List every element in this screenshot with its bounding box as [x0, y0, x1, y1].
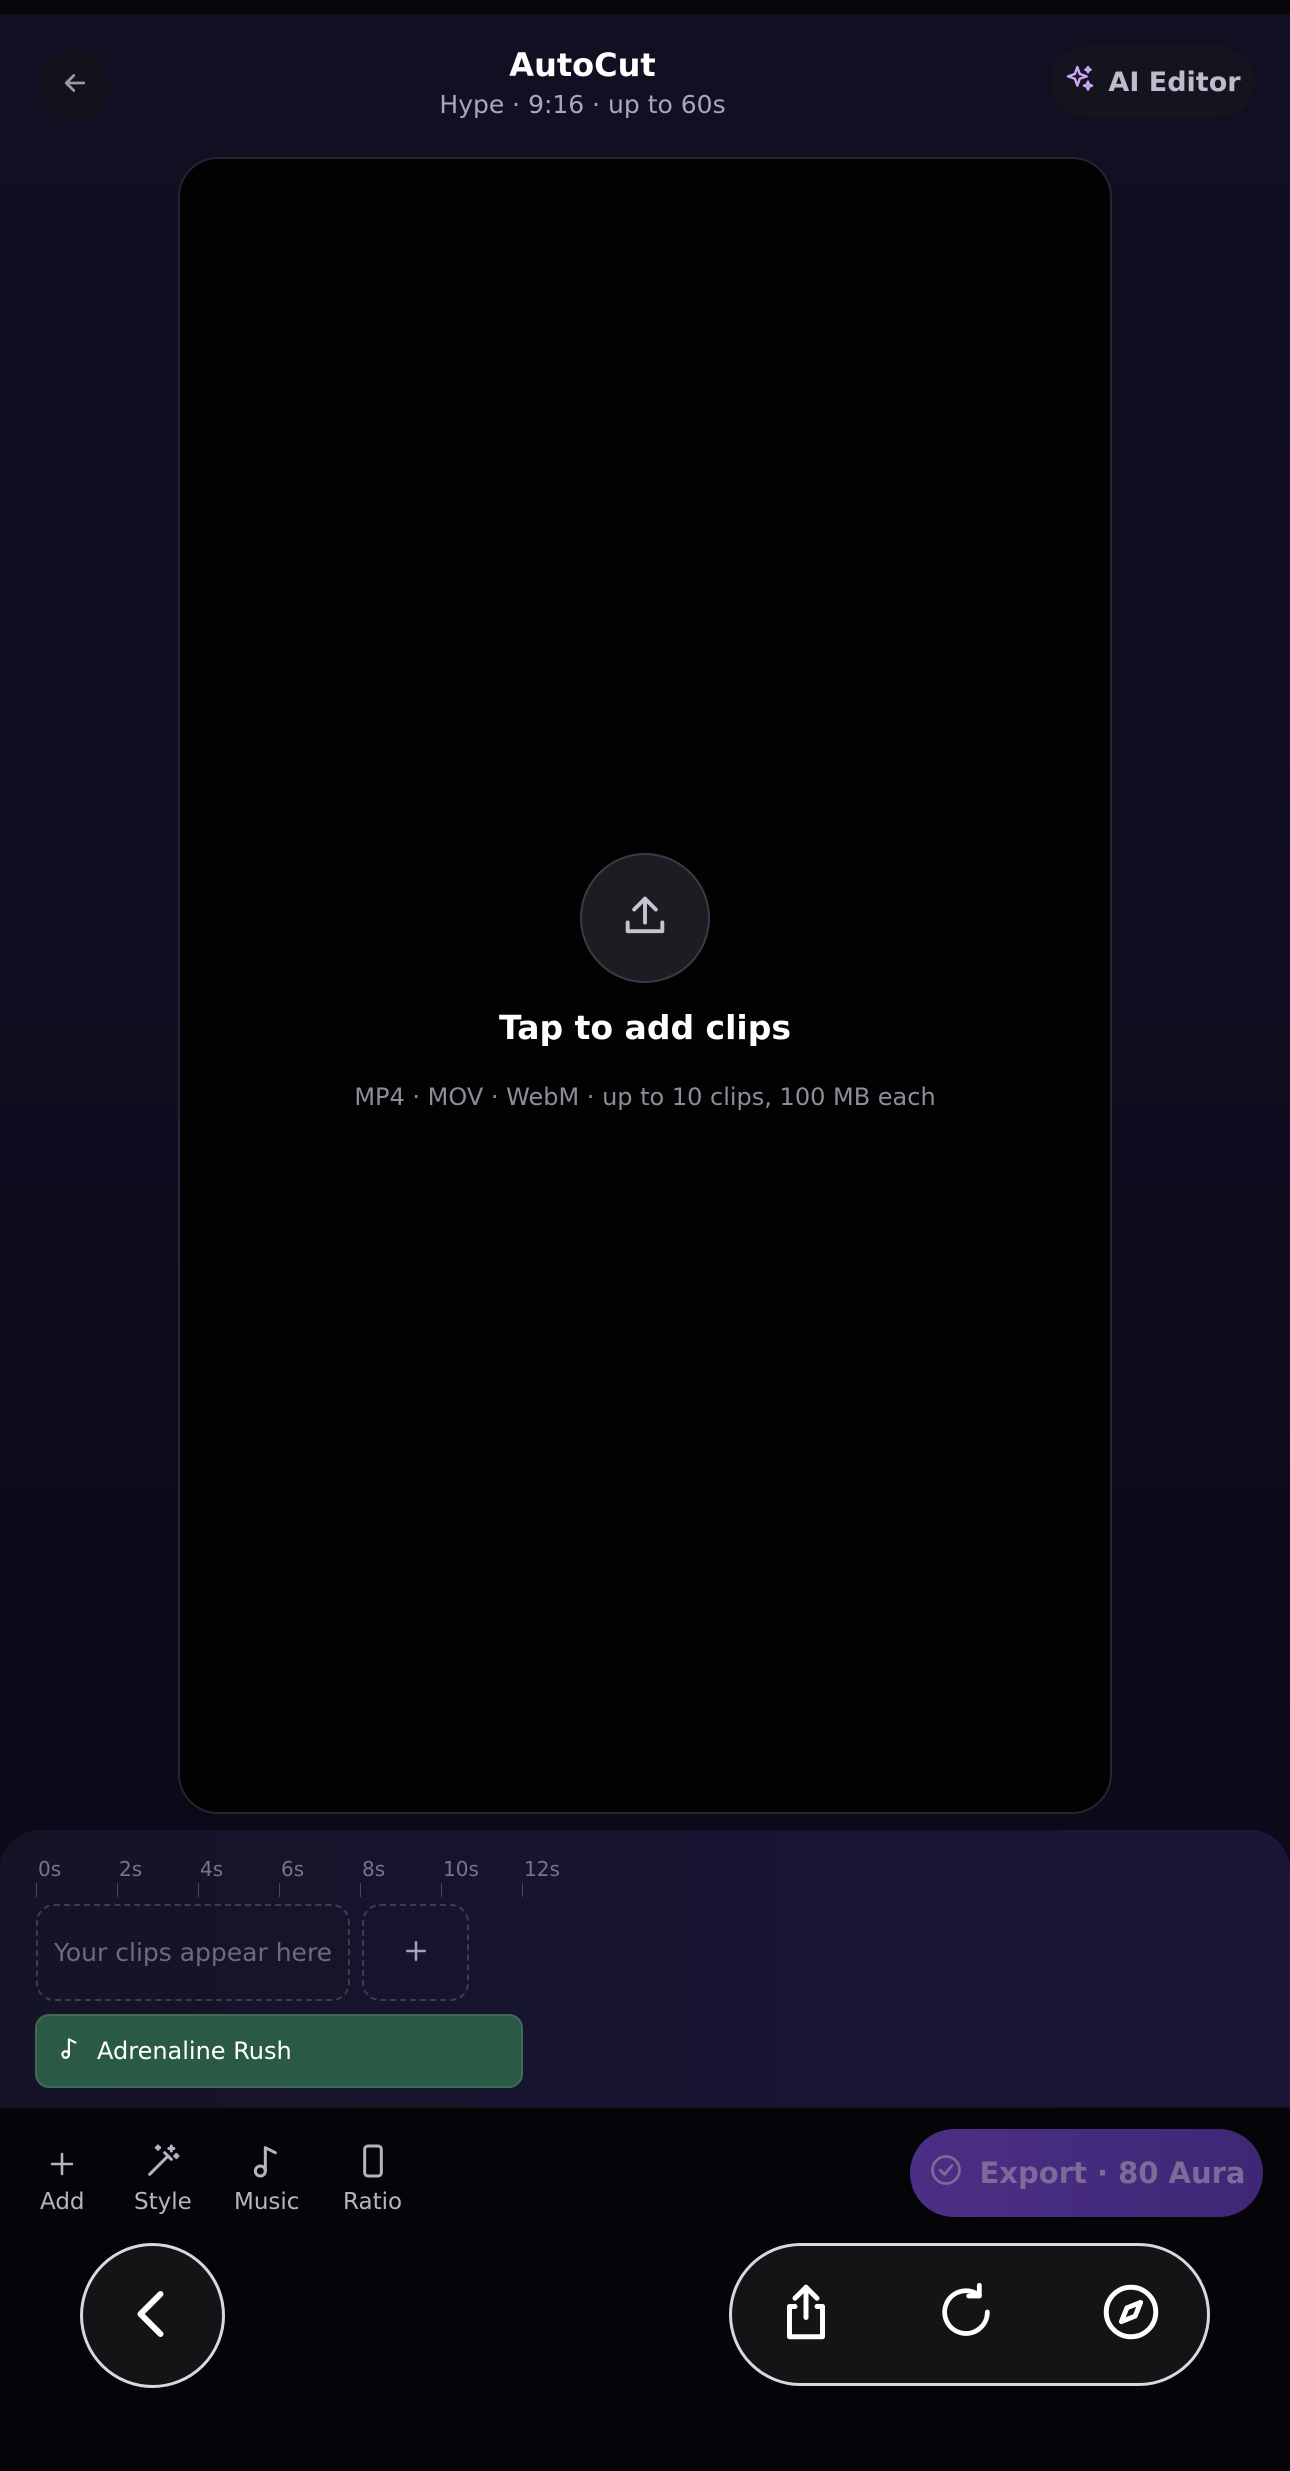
tool-ratio[interactable]: Ratio [343, 2135, 402, 2215]
tool-add[interactable]: Add [40, 2135, 85, 2215]
timeline-tick: 10s [441, 1857, 479, 1897]
music-track[interactable]: Adrenaline Rush [35, 2014, 523, 2088]
sparkles-icon [1064, 63, 1096, 102]
status-strip [0, 0, 1290, 14]
tool-style-label: Style [134, 2189, 192, 2215]
tool-music[interactable]: Music [234, 2135, 299, 2215]
browser-reload-button[interactable] [928, 2276, 1004, 2352]
export-button-label: Export · 80 Aura [979, 2156, 1246, 2190]
refresh-icon [934, 2280, 998, 2348]
check-circle-icon [928, 2152, 964, 2195]
timeline-tick: 0s [36, 1857, 62, 1897]
ai-editor-button[interactable]: AI Editor [1050, 46, 1255, 118]
add-clip-button[interactable] [362, 1904, 469, 2001]
browser-back-button[interactable] [80, 2243, 225, 2388]
tool-style[interactable]: Style [134, 2135, 192, 2215]
music-note-icon [57, 2035, 83, 2067]
clips-placeholder-text: Your clips appear here [53, 1938, 333, 1967]
browser-compass-button[interactable] [1093, 2276, 1169, 2352]
supported-formats-label: MP4 · MOV · WebM · up to 10 clips, 100 M… [354, 1083, 936, 1111]
toolbar-divider [0, 2106, 1290, 2108]
autocut-editor-screen: AutoCut Hype · 9:16 · up to 60s AI Edito… [0, 0, 1290, 2471]
timeline-tick: 12s [522, 1857, 560, 1897]
clips-placeholder[interactable]: Your clips appear here [36, 1904, 350, 2001]
export-button[interactable]: Export · 80 Aura [910, 2129, 1263, 2217]
music-note-icon [247, 2135, 287, 2181]
timeline-tick: 2s [117, 1857, 143, 1897]
timeline-tick: 8s [360, 1857, 386, 1897]
upload-button[interactable] [580, 853, 710, 983]
chevron-left-icon [123, 2284, 183, 2348]
video-preview-dropzone[interactable] [178, 157, 1112, 1814]
browser-share-button[interactable] [768, 2276, 844, 2352]
ai-editor-label: AI Editor [1108, 66, 1241, 98]
timeline-tick: 6s [279, 1857, 305, 1897]
compass-icon [1098, 2279, 1164, 2349]
tap-to-add-label: Tap to add clips [498, 1008, 792, 1047]
share-icon [773, 2279, 839, 2349]
timeline-tick: 4s [198, 1857, 224, 1897]
phone-ratio-icon [353, 2135, 393, 2181]
tool-add-label: Add [40, 2189, 85, 2215]
tool-music-label: Music [234, 2189, 300, 2215]
page-title: AutoCut [509, 46, 656, 84]
page-subtitle: Hype · 9:16 · up to 60s [439, 90, 726, 119]
magic-wand-icon [143, 2135, 183, 2181]
plus-icon [401, 1936, 431, 1970]
music-track-label: Adrenaline Rush [97, 2037, 292, 2065]
tool-ratio-label: Ratio [343, 2189, 403, 2215]
plus-icon [45, 2135, 79, 2181]
upload-icon [619, 890, 671, 946]
